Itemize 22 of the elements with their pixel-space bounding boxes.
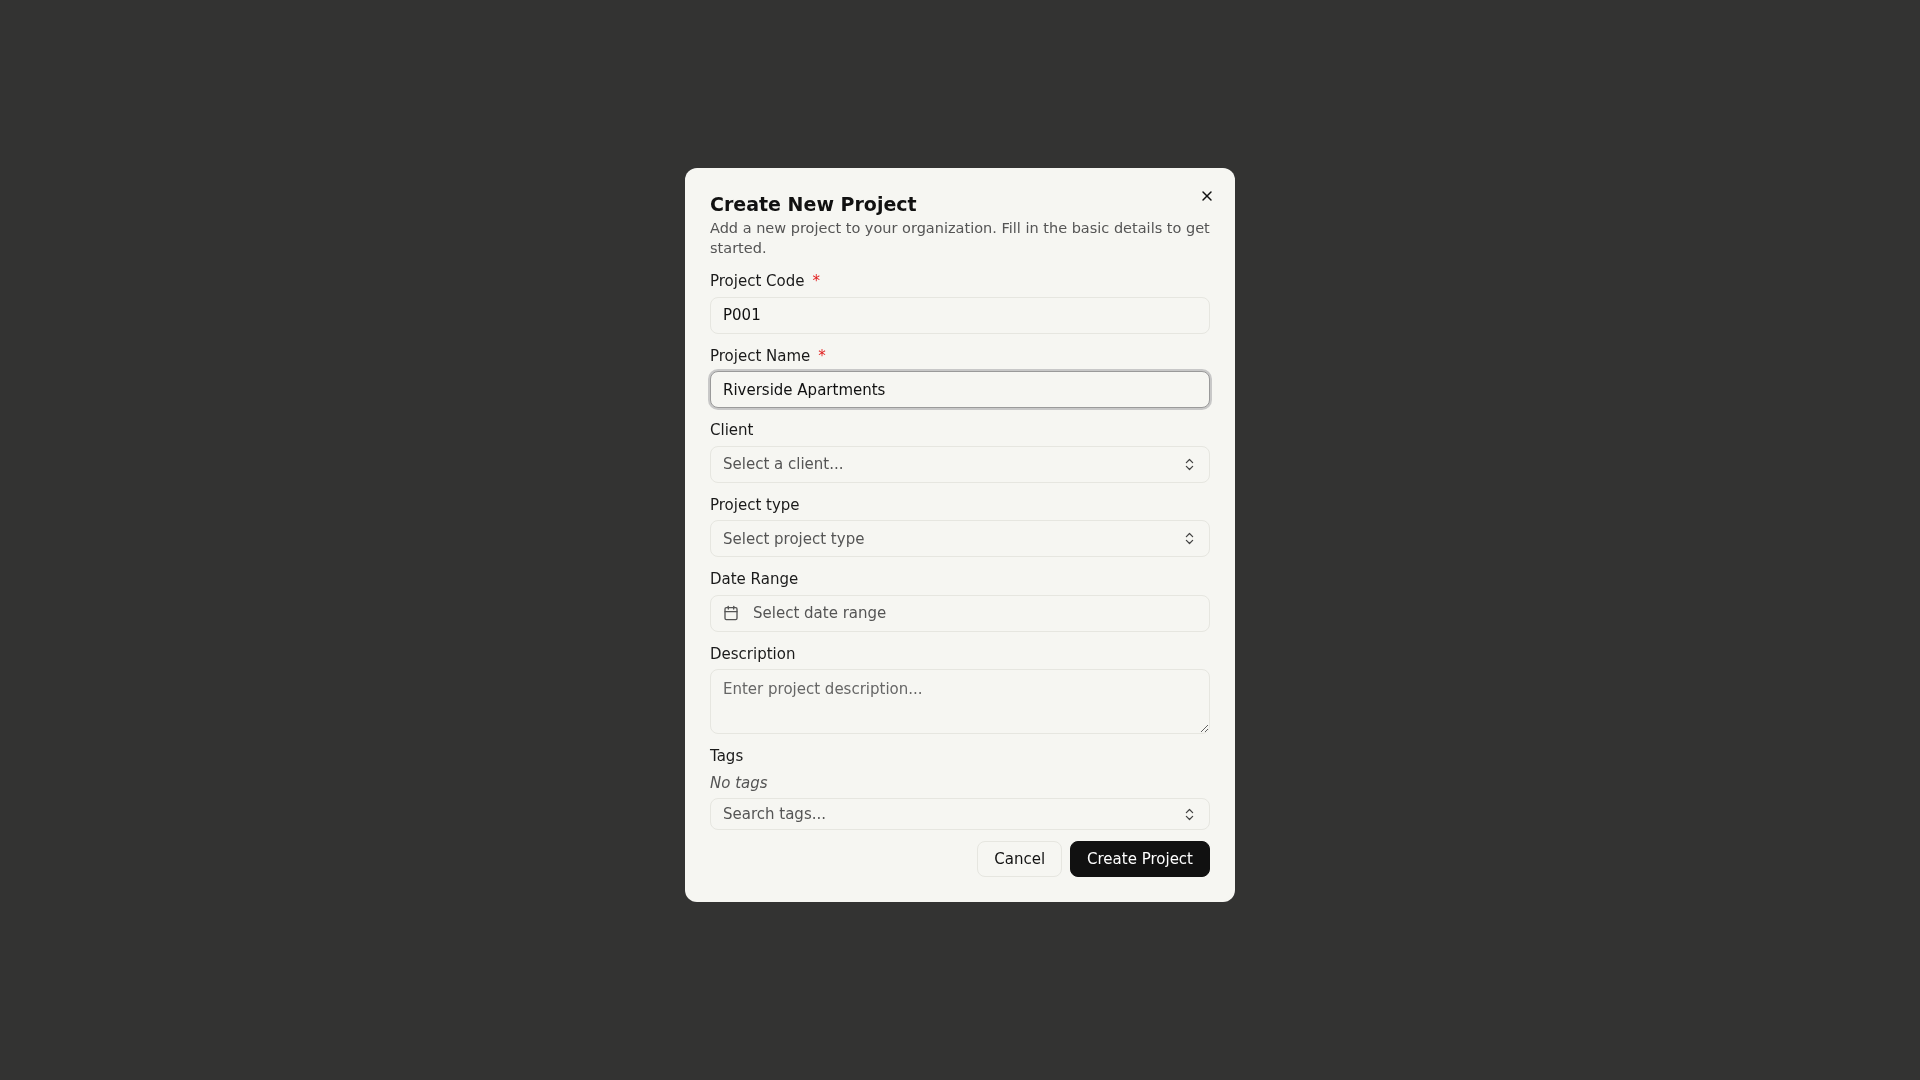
field-label: Tags xyxy=(710,746,744,768)
field-label: Client xyxy=(710,420,754,442)
select-field[interactable]: Select a client... xyxy=(710,445,1210,483)
dialog-title: Create New Project xyxy=(710,191,917,217)
select-field[interactable]: Select project type xyxy=(710,520,1210,558)
calendar-icon xyxy=(723,605,739,622)
field-label: Project type xyxy=(710,494,800,516)
create-button[interactable]: Create Project xyxy=(1070,841,1210,878)
tags-search-field[interactable]: Search tags... xyxy=(710,798,1210,831)
field-label: Description xyxy=(710,643,796,665)
field-label: Project Code xyxy=(710,271,805,293)
date-range-field[interactable]: Select date range xyxy=(710,594,1210,632)
required-mark: * xyxy=(812,271,820,293)
field-label: Date Range xyxy=(710,569,799,591)
dialog-description: Add a new project to your organization. Fill in the basic details to get started. xyxy=(710,219,1210,259)
description-field[interactable]: Enter project description... xyxy=(710,669,1210,735)
text-field[interactable]: Riverside Apartments xyxy=(710,371,1210,409)
field-label: Project Name xyxy=(710,345,811,367)
cancel-button[interactable]: Cancel xyxy=(977,841,1063,878)
text-field[interactable]: P001 xyxy=(710,296,1210,334)
empty-tags-text: No tags xyxy=(710,772,769,794)
required-mark: * xyxy=(818,345,826,367)
